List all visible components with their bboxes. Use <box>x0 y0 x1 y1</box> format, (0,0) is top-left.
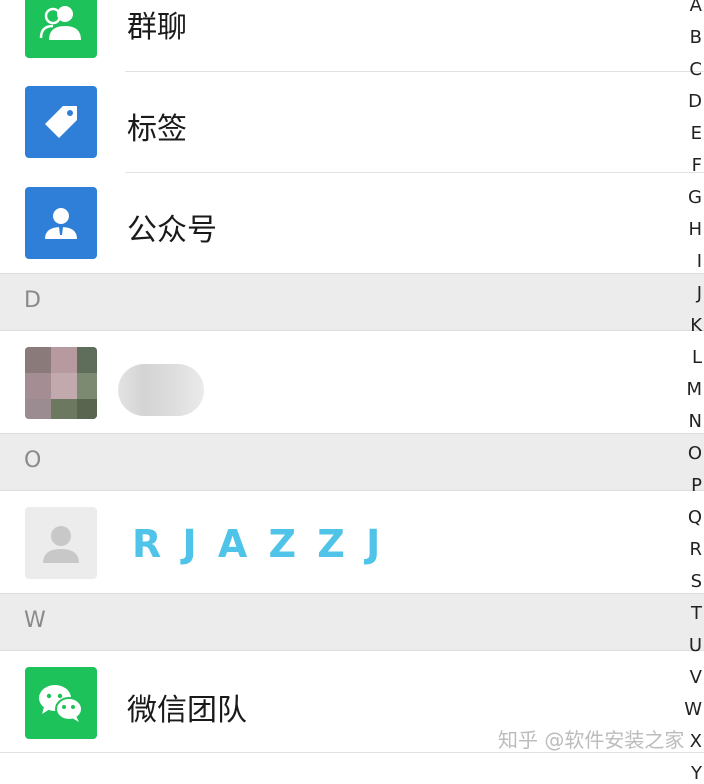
section-header-d: D <box>0 273 704 331</box>
tag-icon <box>25 86 97 158</box>
index-letter[interactable]: G <box>678 187 702 208</box>
watermark: 知乎 @软件安装之家 <box>498 728 685 752</box>
section-letter: D <box>24 288 41 313</box>
index-letter[interactable]: R <box>678 539 702 560</box>
section-letter: O <box>24 448 42 473</box>
section-header-o: O <box>0 433 704 491</box>
blurred-name <box>118 364 204 416</box>
index-letter[interactable]: K <box>678 315 702 336</box>
index-letter[interactable]: S <box>678 571 702 592</box>
index-letter[interactable]: F <box>678 155 702 176</box>
index-letter[interactable]: C <box>678 59 702 80</box>
index-letter[interactable]: I <box>678 251 702 272</box>
index-letter[interactable]: P <box>678 475 702 496</box>
index-letter[interactable]: J <box>678 283 702 304</box>
official-account-icon <box>25 187 97 259</box>
index-letter[interactable]: E <box>678 123 702 144</box>
contact-label: 群聊 <box>127 10 187 45</box>
index-letter[interactable]: W <box>678 699 702 720</box>
index-letter[interactable]: B <box>678 27 702 48</box>
index-letter[interactable]: M <box>678 379 702 400</box>
index-letter[interactable]: N <box>678 411 702 432</box>
avatar <box>25 347 97 419</box>
contact-row-group-chat[interactable]: 群聊 <box>0 0 704 72</box>
index-letter[interactable]: Q <box>678 507 702 528</box>
contact-label: 公众号 <box>127 213 217 248</box>
wechat-icon <box>25 667 97 739</box>
contact-row-tags[interactable]: 标签 <box>0 72 704 172</box>
section-header-w: W <box>0 593 704 651</box>
contact-row-blurred[interactable] <box>0 331 704 431</box>
section-letter: W <box>24 608 46 633</box>
index-letter[interactable]: H <box>678 219 702 240</box>
contact-label: 微信团队 <box>127 693 247 728</box>
contact-label: R J A Z Z J <box>132 522 383 566</box>
group-icon <box>25 0 97 58</box>
index-letter[interactable]: L <box>678 347 702 368</box>
contact-label: 标签 <box>127 112 187 147</box>
contact-row-official-accounts[interactable]: 公众号 <box>0 173 704 273</box>
index-letter[interactable]: A <box>678 0 702 16</box>
index-letter[interactable]: D <box>678 91 702 112</box>
index-letter[interactable]: O <box>678 443 702 464</box>
index-letter[interactable]: T <box>678 603 702 624</box>
index-letter[interactable]: V <box>678 667 702 688</box>
default-avatar-icon <box>25 507 97 579</box>
index-letter[interactable]: U <box>678 635 702 656</box>
index-letter[interactable]: Y <box>678 763 702 784</box>
